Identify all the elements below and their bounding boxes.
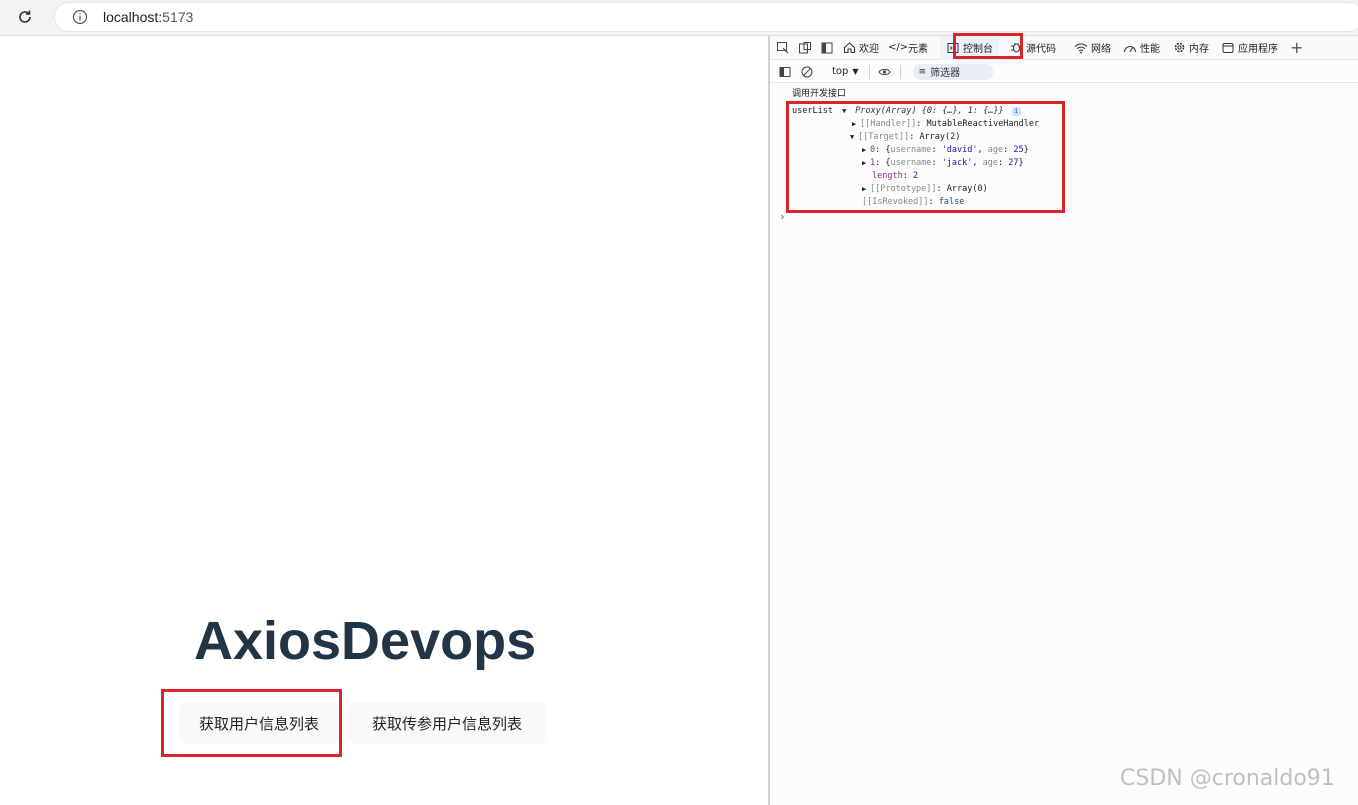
handler-value: MutableReactiveHandler bbox=[926, 119, 1040, 129]
chevron-down-icon: ▼ bbox=[852, 67, 859, 76]
page-viewport: AxiosDevops 获取用户信息列表 获取传参用户信息列表 bbox=[0, 36, 768, 805]
prototype-key: [[Prototype]] bbox=[870, 184, 937, 194]
tab-welcome[interactable]: 欢迎 bbox=[836, 36, 885, 60]
expanded-triangle-icon: ▼ bbox=[850, 133, 855, 141]
var-name: userList bbox=[792, 106, 833, 116]
tab-network[interactable]: 网络 bbox=[1068, 36, 1117, 60]
reload-icon[interactable] bbox=[14, 6, 36, 28]
handler-key: [[Handler]] bbox=[860, 119, 917, 129]
length-key: length bbox=[872, 171, 903, 181]
browser-toolbar: localhost:5173 bbox=[0, 0, 1358, 36]
isrevoked-key: [[IsRevoked]] bbox=[862, 197, 929, 207]
clear-console-icon[interactable] bbox=[798, 63, 816, 81]
length-value: 2 bbox=[912, 171, 919, 181]
toolbar-separator-2 bbox=[899, 64, 901, 79]
item1-username-key: username bbox=[890, 158, 932, 168]
tab-performance-label: 性能 bbox=[1140, 44, 1160, 55]
tab-sources[interactable]: 源代码 bbox=[1003, 36, 1062, 60]
item1-username-value: 'jack' bbox=[941, 158, 973, 168]
item0-index: 0 bbox=[870, 145, 876, 155]
collapsed-triangle-icon: ▶ bbox=[862, 185, 867, 193]
get-user-list-with-params-button[interactable]: 获取传参用户信息列表 bbox=[348, 702, 546, 744]
tab-console[interactable]: 控制台 bbox=[940, 35, 999, 60]
item0-age-key: age bbox=[987, 145, 1004, 155]
context-selector[interactable]: top ▼ bbox=[828, 66, 863, 77]
add-tab-icon[interactable]: + bbox=[1290, 38, 1303, 57]
url-port: 5173 bbox=[162, 9, 194, 25]
tab-network-label: 网络 bbox=[1091, 44, 1111, 55]
proxy-label: Proxy(Array) bbox=[855, 106, 917, 116]
tab-elements-label: 元素 bbox=[908, 44, 928, 55]
tab-memory[interactable]: 内存 bbox=[1166, 36, 1215, 60]
page-title: AxiosDevops bbox=[194, 611, 537, 671]
length-row: length: 2 bbox=[872, 171, 919, 181]
filter-placeholder: 筛选器 bbox=[930, 68, 961, 79]
info-icon[interactable] bbox=[71, 8, 89, 26]
tab-performance[interactable]: 性能 bbox=[1117, 36, 1166, 60]
item0-age-value: 25 bbox=[1013, 145, 1024, 155]
item1-index: 1 bbox=[870, 158, 876, 168]
collapsed-triangle-icon: ▶ bbox=[862, 146, 867, 154]
item1-age-key: age bbox=[982, 158, 999, 168]
console-log-message: 调用开发接口 bbox=[792, 89, 847, 99]
watermark: CSDN @cronaldo91 bbox=[1120, 766, 1335, 791]
filter-input[interactable]: ≡ 筛选器 bbox=[912, 63, 993, 80]
sidebar-toggle-icon[interactable] bbox=[776, 63, 794, 81]
url-host: localhost: bbox=[103, 9, 163, 25]
dock-icon[interactable] bbox=[818, 39, 836, 57]
eye-icon[interactable] bbox=[876, 63, 894, 81]
address-bar[interactable]: localhost:5173 bbox=[54, 2, 1358, 32]
toolbar-separator bbox=[868, 64, 870, 79]
tab-application[interactable]: 应用程序 bbox=[1215, 36, 1284, 60]
tab-welcome-label: 欢迎 bbox=[859, 44, 879, 55]
get-user-list-button[interactable]: 获取用户信息列表 bbox=[179, 702, 339, 744]
console-prompt-icon[interactable]: › bbox=[779, 210, 786, 223]
tab-elements[interactable]: </> 元素 bbox=[885, 36, 934, 60]
console-toolbar: top ▼ ≡ 筛选器 bbox=[770, 61, 1358, 83]
console-icon bbox=[946, 41, 960, 55]
proxy-preview: {0: {…}, 1: {…}} bbox=[921, 106, 1004, 116]
array-item-1[interactable]: ▶ 1: {username: 'jack', age: 27} bbox=[862, 157, 1024, 169]
filter-icon: ≡ bbox=[918, 66, 927, 77]
item0-username-key: username bbox=[890, 145, 932, 155]
gauge-icon bbox=[1123, 41, 1137, 55]
info-badge-icon[interactable]: i bbox=[1011, 107, 1021, 116]
tab-sources-label: 源代码 bbox=[1026, 44, 1056, 55]
prototype-value: Array(0) bbox=[946, 184, 988, 194]
item1-age-value: 27 bbox=[1008, 158, 1019, 168]
array-item-0[interactable]: ▶ 0: {username: 'david', age: 25} bbox=[862, 144, 1029, 156]
bug-icon bbox=[1009, 41, 1023, 55]
expanded-triangle-icon: ▼ bbox=[842, 107, 847, 115]
handler-row[interactable]: ▶ [[Handler]]: MutableReactiveHandler bbox=[852, 118, 1039, 130]
prototype-row[interactable]: ▶ [[Prototype]]: Array(0) bbox=[862, 183, 988, 195]
item0-username-value: 'david' bbox=[941, 145, 978, 155]
url-text[interactable]: localhost:5173 bbox=[103, 9, 193, 25]
collapsed-triangle-icon: ▶ bbox=[852, 120, 857, 128]
target-key: [[Target]] bbox=[858, 132, 910, 142]
devtools-tabbar: 欢迎 </> 元素 控制台 源代码 网络 性能 内存 应用程序 + bbox=[770, 35, 1358, 60]
tab-application-label: 应用程序 bbox=[1238, 44, 1278, 55]
target-value: Array(2) bbox=[919, 132, 961, 142]
inspect-icon[interactable] bbox=[774, 39, 792, 57]
devtools-panel: 欢迎 </> 元素 控制台 源代码 网络 性能 内存 应用程序 + top ▼ … bbox=[770, 35, 1358, 805]
home-icon bbox=[842, 41, 856, 55]
isrevoked-value: false bbox=[938, 197, 965, 207]
collapsed-triangle-icon: ▶ bbox=[862, 159, 867, 167]
gear-icon bbox=[1172, 41, 1186, 55]
application-icon bbox=[1221, 41, 1235, 55]
code-icon: </> bbox=[887, 42, 909, 53]
isrevoked-row: [[IsRevoked]]: false bbox=[862, 197, 965, 207]
device-toggle-icon[interactable] bbox=[796, 39, 814, 57]
tab-console-label: 控制台 bbox=[963, 44, 993, 55]
console-entry-userlist[interactable]: userList ▼ Proxy(Array) {0: {…}, 1: {…}}… bbox=[792, 105, 1021, 117]
context-label: top bbox=[832, 66, 849, 77]
tab-memory-label: 内存 bbox=[1189, 44, 1209, 55]
target-row[interactable]: ▼ [[Target]]: Array(2) bbox=[850, 131, 960, 143]
wifi-icon bbox=[1074, 41, 1088, 55]
